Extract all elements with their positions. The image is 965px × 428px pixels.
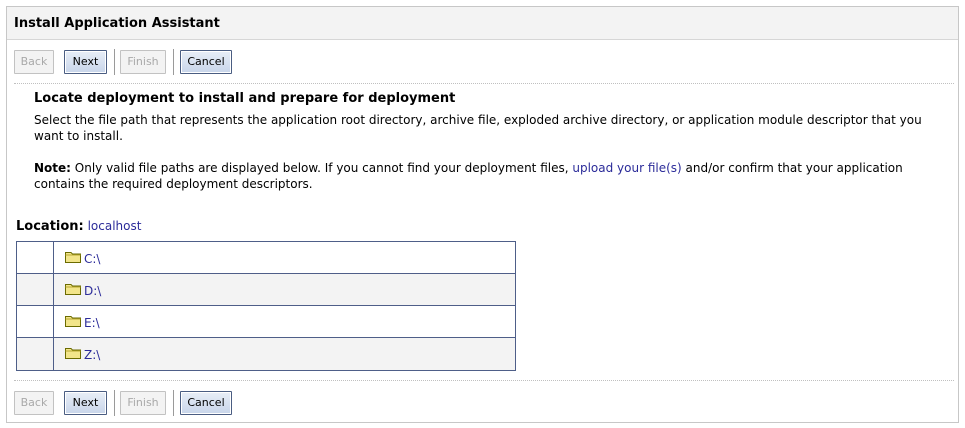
finish-button[interactable]: Finish: [120, 50, 166, 74]
section-title: Locate deployment to install and prepare…: [34, 91, 456, 106]
note-text: Only valid file paths are displayed belo…: [70, 161, 573, 175]
page-title: Install Application Assistant: [14, 16, 220, 31]
next-button[interactable]: Next: [64, 50, 107, 74]
table-row: Z:\: [17, 338, 515, 370]
note-paragraph: Note: Only valid file paths are displaye…: [34, 160, 944, 192]
row-select-cell: [17, 306, 54, 337]
directory-link-c[interactable]: C:\: [84, 252, 100, 266]
back-button[interactable]: Back: [14, 50, 54, 74]
cancel-button[interactable]: Cancel: [180, 50, 232, 74]
row-select-cell: [17, 242, 54, 273]
next-button[interactable]: Next: [64, 391, 107, 415]
instructions-section: Locate deployment to install and prepare…: [34, 91, 944, 192]
table-row: D:\: [17, 274, 515, 306]
note-label: Note:: [34, 161, 71, 175]
directory-link-e[interactable]: E:\: [84, 316, 100, 330]
folder-icon: [65, 348, 81, 359]
directory-link-z[interactable]: Z:\: [84, 348, 100, 362]
back-button[interactable]: Back: [14, 391, 54, 415]
row-select-cell: [17, 338, 54, 370]
upload-files-link[interactable]: upload your file(s): [572, 161, 681, 175]
folder-icon: [65, 252, 81, 263]
location: Location: localhost: [16, 219, 141, 234]
finish-button[interactable]: Finish: [120, 391, 166, 415]
directory-table: C:\ D:\ E:\ Z:\: [16, 241, 516, 371]
bottom-toolbar: Back Next Finish Cancel: [14, 390, 234, 416]
cancel-button[interactable]: Cancel: [180, 391, 232, 415]
toolbar-separator: [114, 390, 115, 416]
location-label: Location:: [16, 219, 84, 234]
section-description: Select the file path that represents the…: [34, 113, 922, 143]
table-row: E:\: [17, 306, 515, 338]
toolbar-separator: [173, 390, 174, 416]
table-row: C:\: [17, 242, 515, 274]
top-toolbar: Back Next Finish Cancel: [14, 49, 234, 75]
directory-link-d[interactable]: D:\: [84, 284, 101, 298]
folder-icon: [65, 316, 81, 327]
divider: [14, 380, 954, 381]
location-link[interactable]: localhost: [88, 219, 142, 233]
folder-icon: [65, 284, 81, 295]
toolbar-separator: [173, 49, 174, 75]
divider: [14, 83, 954, 84]
panel-header: Install Application Assistant: [7, 7, 958, 40]
install-assistant-panel: Install Application Assistant Back Next …: [6, 6, 959, 423]
row-select-cell: [17, 274, 54, 305]
toolbar-separator: [114, 49, 115, 75]
